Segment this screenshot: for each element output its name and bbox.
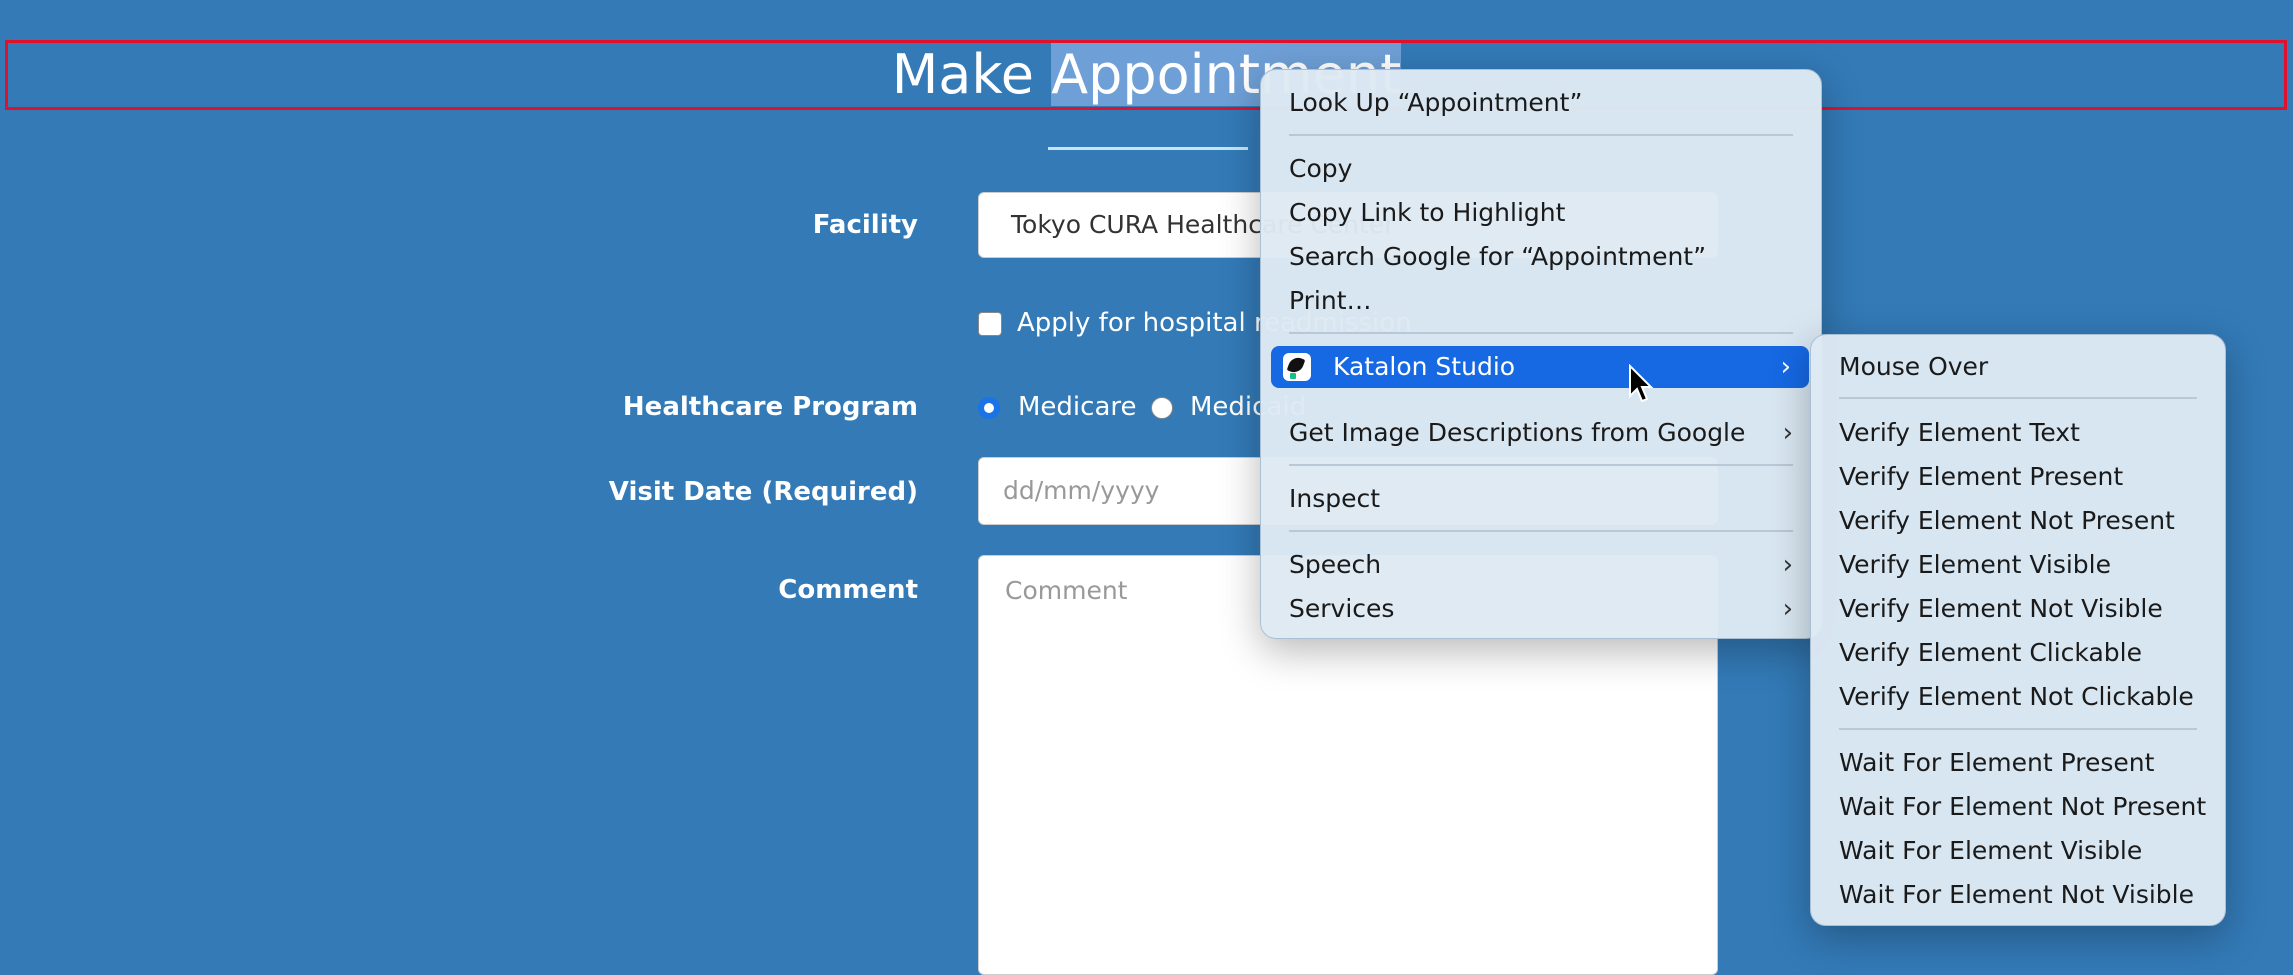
menu-item-image-descriptions[interactable]: Get Image Descriptions from Google › bbox=[1261, 412, 1821, 454]
menu-separator bbox=[1839, 397, 2197, 399]
submenu-item-mouse-over[interactable]: Mouse Over bbox=[1811, 346, 2225, 388]
katalon-icon bbox=[1283, 353, 1311, 381]
submenu-item-verify-not-clickable[interactable]: Verify Element Not Clickable bbox=[1811, 676, 2225, 718]
medicare-radio[interactable] bbox=[978, 397, 1000, 419]
readmission-checkbox[interactable] bbox=[978, 312, 1002, 336]
submenu-item-verify-present[interactable]: Verify Element Present bbox=[1811, 456, 2225, 498]
visit-date-label: Visit Date (Required) bbox=[608, 477, 918, 507]
facility-label: Facility bbox=[812, 210, 918, 240]
page-title: Make Appointment bbox=[0, 43, 2293, 106]
menu-item-speech[interactable]: Speech › bbox=[1261, 544, 1821, 586]
menu-item-search-google[interactable]: Search Google for “Appointment” bbox=[1261, 236, 1821, 278]
menu-separator bbox=[1289, 332, 1793, 334]
menu-separator bbox=[1289, 464, 1793, 466]
menu-item-copy[interactable]: Copy bbox=[1261, 148, 1821, 190]
menu-item-label: Services bbox=[1289, 594, 1395, 623]
menu-item-print[interactable]: Print… bbox=[1261, 280, 1821, 322]
menu-item-lookup[interactable]: Look Up “Appointment” bbox=[1261, 82, 1821, 124]
submenu-item-wait-visible[interactable]: Wait For Element Visible bbox=[1811, 830, 2225, 872]
submenu-item-verify-visible[interactable]: Verify Element Visible bbox=[1811, 544, 2225, 586]
mouse-cursor-icon bbox=[1629, 364, 1654, 403]
menu-item-label: Get Image Descriptions from Google bbox=[1289, 418, 1746, 447]
menu-separator bbox=[1839, 728, 2197, 730]
chevron-right-icon: › bbox=[1782, 550, 1793, 580]
menu-separator bbox=[1289, 134, 1793, 136]
submenu-item-wait-not-visible[interactable]: Wait For Element Not Visible bbox=[1811, 874, 2225, 916]
page-title-text: Make bbox=[891, 43, 1052, 106]
submenu-item-verify-not-present[interactable]: Verify Element Not Present bbox=[1811, 500, 2225, 542]
submenu-item-verify-not-visible[interactable]: Verify Element Not Visible bbox=[1811, 588, 2225, 630]
program-label: Healthcare Program bbox=[622, 392, 918, 422]
submenu-item-wait-not-present[interactable]: Wait For Element Not Present bbox=[1811, 786, 2225, 828]
submenu-item-verify-text[interactable]: Verify Element Text bbox=[1811, 412, 2225, 454]
chevron-right-icon: › bbox=[1782, 418, 1793, 448]
chevron-right-icon: › bbox=[1782, 594, 1793, 624]
menu-item-inspect[interactable]: Inspect bbox=[1261, 478, 1821, 520]
menu-item-label: Katalon Studio bbox=[1333, 352, 1516, 381]
context-menu: Look Up “Appointment” Copy Copy Link to … bbox=[1260, 69, 1822, 639]
submenu-item-verify-clickable[interactable]: Verify Element Clickable bbox=[1811, 632, 2225, 674]
medicare-label: Medicare bbox=[1018, 392, 1137, 422]
katalon-submenu: Mouse Over Verify Element Text Verify El… bbox=[1810, 334, 2226, 926]
comment-label: Comment bbox=[778, 575, 918, 605]
menu-item-katalon-studio[interactable]: Katalon Studio › bbox=[1271, 346, 1809, 388]
menu-item-label: Speech bbox=[1289, 550, 1382, 579]
title-divider bbox=[1048, 147, 1248, 150]
menu-separator bbox=[1289, 530, 1793, 532]
menu-item-services[interactable]: Services › bbox=[1261, 588, 1821, 630]
menu-item-copy-link[interactable]: Copy Link to Highlight bbox=[1261, 192, 1821, 234]
submenu-item-wait-present[interactable]: Wait For Element Present bbox=[1811, 742, 2225, 784]
chevron-right-icon: › bbox=[1780, 352, 1791, 382]
medicaid-radio[interactable] bbox=[1151, 397, 1173, 419]
